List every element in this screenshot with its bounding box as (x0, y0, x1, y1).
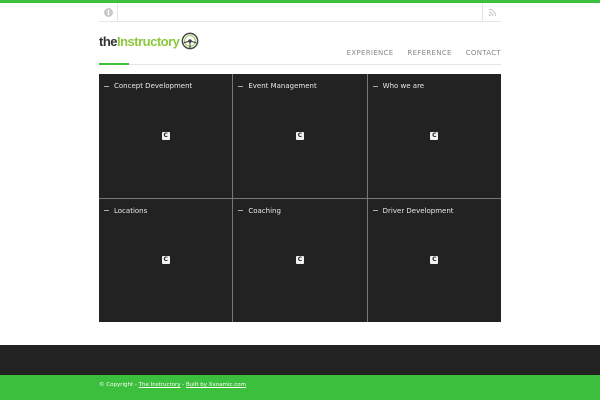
info-icon: i (104, 8, 113, 17)
logo-text-instructory: Instructory (117, 33, 180, 49)
nav-item-experience[interactable]: EXPERIENCE (347, 49, 394, 57)
steering-wheel-icon (182, 32, 199, 50)
tile-title: Concept Development (104, 82, 192, 90)
copyright-text: © Copyright - (99, 382, 139, 388)
placeholder-icon: C (161, 131, 170, 140)
tile-driver-development[interactable]: Driver Development C (367, 198, 501, 322)
dash-icon (104, 85, 109, 87)
tile-event-management[interactable]: Event Management C (233, 74, 367, 198)
tile-title: Locations (104, 207, 147, 215)
placeholder-icon: C (161, 256, 170, 265)
nav-item-contact[interactable]: CONTACT (466, 49, 501, 57)
rss-button[interactable] (482, 3, 501, 21)
tile-title: Coaching (238, 207, 281, 215)
placeholder-icon: C (430, 256, 439, 265)
tile-label: Coaching (248, 206, 281, 215)
tile-label: Concept Development (114, 82, 193, 90)
tile-coaching[interactable]: Coaching C (233, 198, 367, 322)
dash-icon (104, 210, 109, 211)
site-logo[interactable]: the Instructory (99, 30, 199, 52)
dash-icon (238, 210, 244, 211)
main-nav: EXPERIENCE REFERENCE CONTACT (347, 49, 501, 57)
placeholder-icon: C (430, 131, 439, 140)
footer-built-by-link[interactable]: Built by Xxnamic.com (186, 382, 246, 388)
footer-bar: © Copyright - The Instructory - Built by… (0, 375, 600, 400)
tile-concept-development[interactable]: Concept Development C (99, 74, 233, 198)
tile-who-we-are[interactable]: Who we are C (367, 74, 501, 198)
logo-text-the: the (99, 33, 118, 49)
tile-title: Event Management (238, 82, 317, 90)
tile-label: Who we are (382, 82, 425, 90)
placeholder-icon: C (295, 131, 304, 140)
footer-site-link[interactable]: The Instructory (139, 382, 181, 388)
tile-label: Driver Development (382, 206, 454, 215)
dash-icon (238, 85, 244, 87)
tile-title: Who we are (372, 82, 425, 90)
tile-locations[interactable]: Locations C (99, 198, 233, 322)
utility-bar: i (99, 3, 501, 22)
dash-icon (372, 210, 378, 211)
tile-label: Event Management (248, 82, 317, 90)
service-grid: Concept Development C Event Management C… (99, 74, 501, 322)
dash-icon (372, 85, 378, 87)
placeholder-icon: C (295, 256, 304, 265)
tile-title: Driver Development (372, 206, 454, 215)
footer-dark-band (0, 345, 600, 375)
footer-copyright: © Copyright - The Instructory - Built by… (99, 382, 246, 388)
tile-label: Locations (114, 206, 148, 215)
rss-icon (488, 8, 497, 17)
header-divider (99, 64, 501, 65)
info-button[interactable]: i (99, 3, 118, 21)
header-divider-accent (99, 63, 129, 65)
nav-item-reference[interactable]: REFERENCE (407, 49, 451, 57)
